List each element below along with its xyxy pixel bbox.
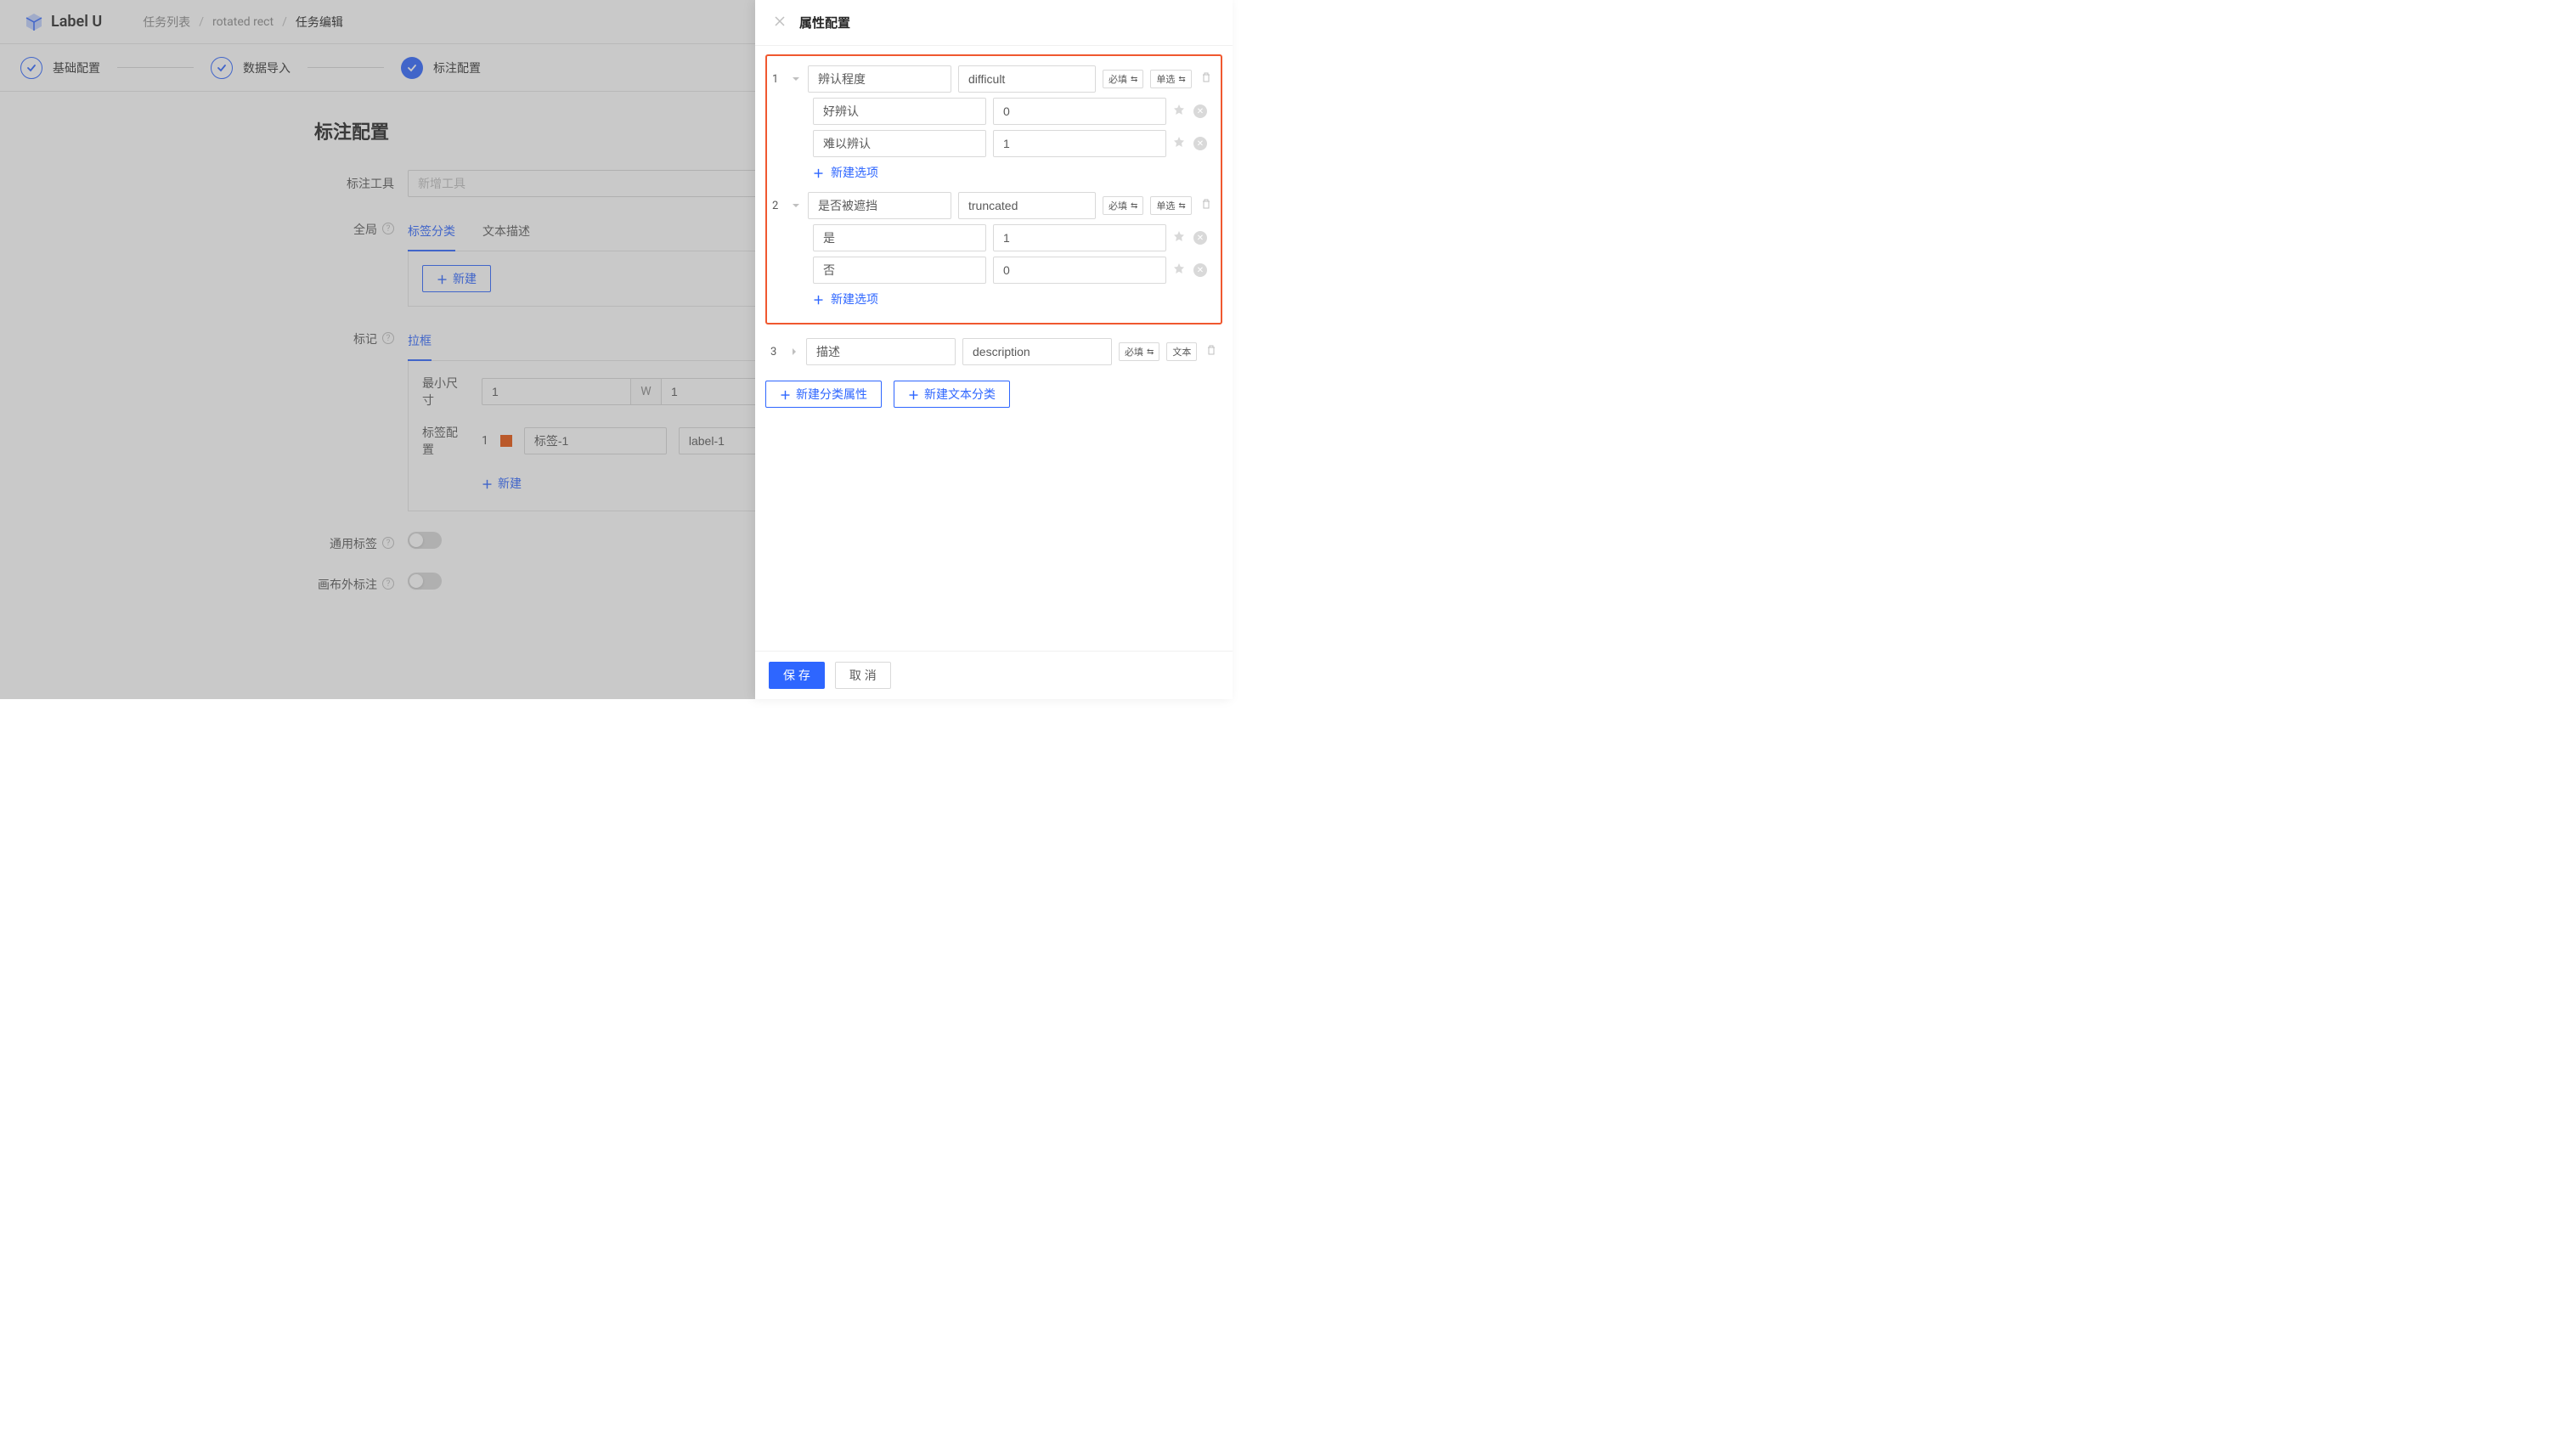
option-value-input[interactable] bbox=[993, 224, 1166, 251]
option-value-input[interactable] bbox=[993, 130, 1166, 157]
drawer-footer: 保 存 取 消 bbox=[755, 651, 1233, 699]
attr-name-input[interactable] bbox=[808, 192, 951, 219]
plus-icon: ＋ bbox=[780, 387, 791, 403]
remove-icon[interactable]: ✕ bbox=[1193, 231, 1207, 245]
trash-icon[interactable] bbox=[1200, 198, 1212, 213]
remove-icon[interactable]: ✕ bbox=[1193, 263, 1207, 277]
option-row: ✕ bbox=[772, 222, 1216, 254]
attr-name-input[interactable] bbox=[806, 338, 956, 365]
option-label-input[interactable] bbox=[813, 257, 986, 284]
single-toggle[interactable]: 单选⇆ bbox=[1150, 70, 1191, 88]
attribute-drawer: 属性配置 1 必填⇆ 单选⇆ bbox=[755, 0, 1233, 699]
required-toggle[interactable]: 必填⇆ bbox=[1119, 342, 1159, 361]
row-number: 3 bbox=[770, 346, 782, 358]
trash-icon[interactable] bbox=[1205, 344, 1217, 359]
star-icon[interactable] bbox=[1173, 104, 1187, 119]
attribute-row: 1 必填⇆ 单选⇆ bbox=[772, 63, 1216, 95]
add-option-button[interactable]: ＋ 新建选项 bbox=[772, 160, 1216, 189]
save-button[interactable]: 保 存 bbox=[769, 662, 825, 689]
swap-icon: ⇆ bbox=[1178, 201, 1185, 211]
option-row: ✕ bbox=[772, 254, 1216, 286]
option-label-input[interactable] bbox=[813, 130, 986, 157]
star-icon[interactable] bbox=[1173, 230, 1187, 245]
option-row: ✕ bbox=[772, 127, 1216, 160]
remove-icon[interactable]: ✕ bbox=[1193, 137, 1207, 150]
single-toggle[interactable]: 单选⇆ bbox=[1150, 196, 1191, 215]
type-text-badge[interactable]: 文本 bbox=[1166, 342, 1197, 361]
remove-icon[interactable]: ✕ bbox=[1193, 104, 1207, 118]
swap-icon: ⇆ bbox=[1178, 75, 1185, 84]
attribute-row: 2 必填⇆ 单选⇆ bbox=[772, 189, 1216, 222]
row-number: 2 bbox=[772, 200, 784, 212]
swap-icon: ⇆ bbox=[1131, 201, 1137, 211]
star-icon[interactable] bbox=[1173, 136, 1187, 151]
required-toggle[interactable]: 必填⇆ bbox=[1103, 196, 1143, 215]
drawer-header: 属性配置 bbox=[755, 0, 1233, 46]
attribute-row: 3 必填⇆ 文本 bbox=[765, 338, 1222, 365]
attr-value-input[interactable] bbox=[958, 65, 1096, 93]
attr-name-input[interactable] bbox=[808, 65, 951, 93]
option-label-input[interactable] bbox=[813, 224, 986, 251]
add-option-button[interactable]: ＋ 新建选项 bbox=[772, 286, 1216, 316]
caret-right-icon[interactable] bbox=[789, 347, 799, 356]
add-text-attr-button[interactable]: ＋ 新建文本分类 bbox=[894, 381, 1010, 408]
star-icon[interactable] bbox=[1173, 262, 1187, 278]
option-row: ✕ bbox=[772, 95, 1216, 127]
plus-icon: ＋ bbox=[813, 291, 824, 308]
plus-icon: ＋ bbox=[813, 165, 824, 181]
option-label-input[interactable] bbox=[813, 98, 986, 125]
option-value-input[interactable] bbox=[993, 98, 1166, 125]
row-number: 1 bbox=[772, 73, 784, 86]
highlighted-attributes: 1 必填⇆ 单选⇆ ✕ bbox=[765, 54, 1222, 324]
trash-icon[interactable] bbox=[1200, 71, 1212, 87]
option-value-input[interactable] bbox=[993, 257, 1166, 284]
attr-value-input[interactable] bbox=[958, 192, 1096, 219]
attr-value-input[interactable] bbox=[962, 338, 1112, 365]
caret-down-icon[interactable] bbox=[791, 201, 801, 210]
cancel-button[interactable]: 取 消 bbox=[835, 662, 891, 689]
plus-icon: ＋ bbox=[908, 387, 919, 403]
swap-icon: ⇆ bbox=[1131, 75, 1137, 84]
caret-down-icon[interactable] bbox=[791, 75, 801, 83]
close-icon[interactable] bbox=[774, 14, 786, 31]
drawer-title: 属性配置 bbox=[799, 14, 850, 31]
add-category-attr-button[interactable]: ＋ 新建分类属性 bbox=[765, 381, 882, 408]
required-toggle[interactable]: 必填⇆ bbox=[1103, 70, 1143, 88]
swap-icon: ⇆ bbox=[1147, 347, 1154, 357]
drawer-body: 1 必填⇆ 单选⇆ ✕ bbox=[755, 46, 1233, 651]
